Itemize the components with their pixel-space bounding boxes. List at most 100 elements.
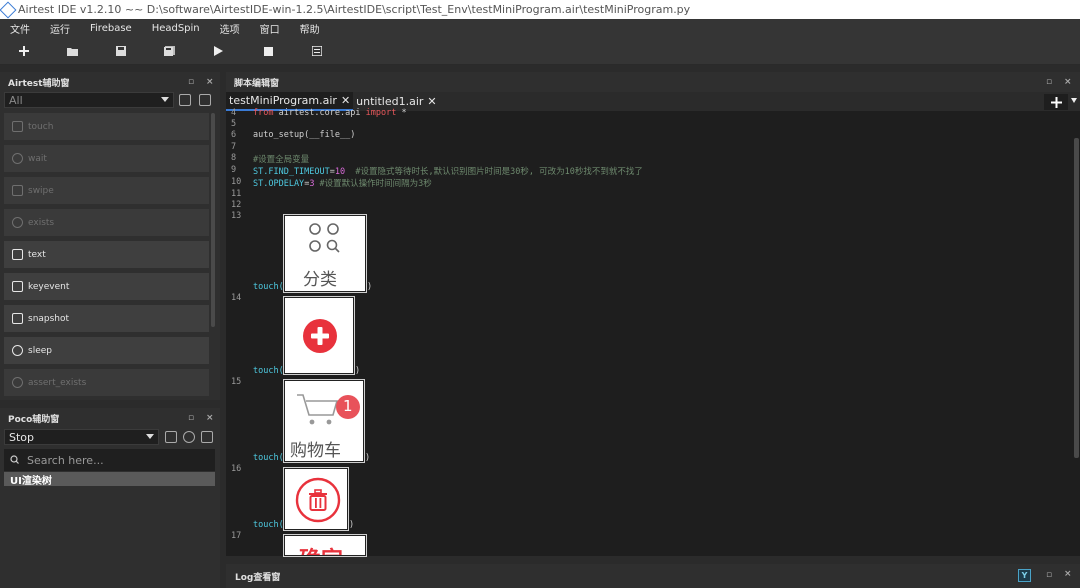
- api-button-text[interactable]: text: [4, 241, 209, 268]
- close-tab-icon[interactable]: ✕: [427, 95, 436, 108]
- comment: #设置隐式等待时长,默认识别图片时间是30秒, 可改为10秒找不到就不找了: [345, 167, 643, 177]
- api-button-keyevent[interactable]: keyevent: [4, 273, 209, 300]
- poco-panel-header: Poco辅助窗 ▫ ×: [0, 408, 220, 428]
- confirm-image[interactable]: 确定: [284, 535, 366, 556]
- line-number: 6: [231, 130, 237, 140]
- add-red-image[interactable]: [284, 297, 354, 374]
- search-placeholder: Search here...: [27, 453, 104, 467]
- float-icon[interactable]: ▫: [188, 413, 194, 423]
- airtest-panel-header: Airtest辅助窗 ▫ ×: [0, 72, 220, 92]
- toolbar: [0, 37, 1080, 65]
- close-icon[interactable]: ×: [1064, 569, 1072, 579]
- touch-call: touch(: [253, 282, 284, 292]
- plus-icon: [1050, 96, 1062, 108]
- window-title: Airtest IDE v1.2.10 ~~ D:\software\Airte…: [18, 3, 691, 16]
- play-icon[interactable]: [210, 43, 226, 59]
- tab-list-chevron-icon[interactable]: [1071, 98, 1077, 103]
- api-button-touch[interactable]: touch: [4, 113, 209, 140]
- ui-tree-root[interactable]: UI渲染树: [4, 472, 215, 487]
- save-all-icon[interactable]: [161, 43, 177, 59]
- menu-help[interactable]: 帮助: [290, 21, 330, 36]
- close-icon[interactable]: ×: [206, 77, 214, 87]
- api-button-label: assert_exists: [28, 377, 87, 388]
- camera-icon: [12, 313, 23, 324]
- menu-headspin[interactable]: HeadSpin: [142, 23, 210, 34]
- stop-icon[interactable]: [260, 43, 276, 59]
- editor-scrollbar[interactable]: [1074, 138, 1079, 458]
- close-paren: ): [355, 366, 361, 376]
- api-button-assert-exists[interactable]: assert_exists: [4, 369, 209, 396]
- api-filter-select[interactable]: All: [4, 92, 174, 108]
- screenshot-icon[interactable]: [199, 94, 211, 106]
- line-number: 12: [231, 200, 242, 210]
- text-icon: [12, 249, 23, 260]
- line-number: 5: [231, 119, 237, 129]
- record-icon[interactable]: [179, 94, 191, 106]
- menu-run[interactable]: 运行: [40, 21, 80, 36]
- airtest-panel-scrollbar[interactable]: [211, 113, 215, 327]
- touch-call: touch(: [253, 366, 284, 376]
- line-number: 9: [231, 165, 237, 175]
- api-button-wait[interactable]: wait: [4, 145, 209, 172]
- chevron-down-icon: [146, 434, 154, 439]
- editor-panel-header: 脚本编辑窗 ▫ ×: [226, 72, 1080, 92]
- poco-search-input[interactable]: Search here...: [4, 449, 215, 471]
- line-number: 15: [231, 377, 242, 387]
- tab-label: testMiniProgram.air: [229, 94, 337, 107]
- api-button-label: text: [28, 249, 46, 260]
- code-line-import: from airtest.core.api import *: [253, 108, 407, 118]
- api-button-swipe[interactable]: swipe: [4, 177, 209, 204]
- variable: ST.FIND_TIMEOUT: [253, 167, 330, 177]
- title-bar: Airtest IDE v1.2.10 ~~ D:\software\Airte…: [0, 0, 1080, 19]
- keyword: from: [253, 108, 274, 118]
- close-icon[interactable]: ×: [1064, 77, 1072, 87]
- folder-icon[interactable]: [64, 43, 80, 59]
- image-caption: 分类: [303, 270, 337, 290]
- line-number: 11: [231, 189, 242, 199]
- line-number: 17: [231, 531, 242, 541]
- refresh-icon[interactable]: [183, 431, 195, 443]
- hand-icon: [12, 121, 23, 132]
- lock-icon[interactable]: [165, 431, 177, 443]
- line-number: 7: [231, 142, 237, 152]
- menu-file[interactable]: 文件: [0, 21, 40, 36]
- cart-image[interactable]: 1 购物车: [284, 380, 364, 462]
- api-button-label: sleep: [28, 345, 52, 356]
- menu-options[interactable]: 选项: [210, 21, 250, 36]
- keyword: import: [365, 108, 397, 118]
- code-line-opdelay: ST.OPDELAY=3 #设置默认操作时间间隔为3秒: [253, 177, 432, 189]
- screenshot-icon[interactable]: [201, 431, 213, 443]
- airtest-panel-title: Airtest辅助窗: [8, 78, 70, 89]
- close-icon[interactable]: ×: [206, 413, 214, 423]
- keyboard-icon: [12, 281, 23, 292]
- api-button-exists[interactable]: exists: [4, 209, 209, 236]
- close-tab-icon[interactable]: ✕: [341, 94, 350, 107]
- api-button-snapshot[interactable]: snapshot: [4, 305, 209, 332]
- code-text: *: [396, 108, 407, 118]
- menu-firebase[interactable]: Firebase: [80, 23, 142, 34]
- image-caption: 确定: [299, 542, 343, 555]
- filter-icon[interactable]: Y: [1018, 569, 1031, 582]
- trash-circle-icon: [295, 477, 341, 523]
- log-panel-header: Log查看窗 Y ▫ ×: [226, 564, 1080, 588]
- number-literal: 10: [334, 167, 346, 177]
- classify-image[interactable]: 分类: [284, 215, 366, 292]
- list-icon[interactable]: [309, 43, 325, 59]
- module-name: airtest.core.api: [273, 108, 366, 118]
- clock-icon: [12, 153, 23, 164]
- poco-mode-select[interactable]: Stop: [4, 429, 159, 445]
- touch-call: touch(: [253, 520, 284, 530]
- menu-window[interactable]: 窗口: [250, 21, 290, 36]
- float-icon[interactable]: ▫: [1046, 570, 1052, 580]
- airtest-panel: Airtest辅助窗 ▫ × All touch wait swipe exis…: [0, 72, 220, 400]
- save-icon[interactable]: [113, 43, 129, 59]
- api-button-sleep[interactable]: sleep: [4, 337, 209, 364]
- api-button-label: exists: [28, 217, 55, 228]
- close-paren: ): [349, 520, 355, 530]
- float-icon[interactable]: ▫: [188, 77, 194, 87]
- delete-image[interactable]: [284, 468, 348, 530]
- tab-label: untitled1.air: [356, 95, 424, 108]
- float-icon[interactable]: ▫: [1046, 77, 1052, 87]
- new-tab-button[interactable]: [1044, 94, 1068, 110]
- plus-icon[interactable]: [16, 43, 32, 59]
